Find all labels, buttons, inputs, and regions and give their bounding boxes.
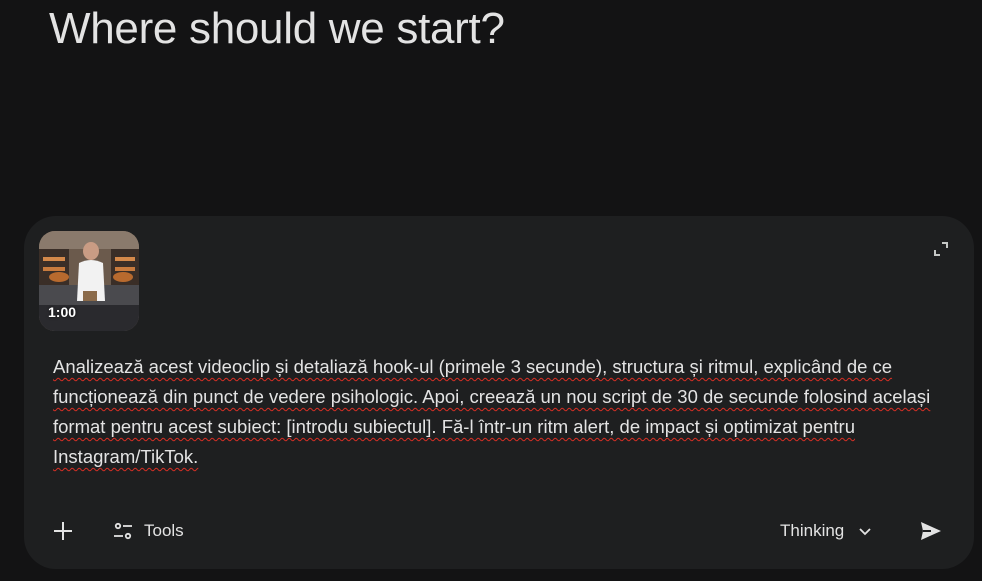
add-attachment-button[interactable] [50,518,76,544]
expand-icon[interactable] [932,240,950,258]
tools-label: Tools [144,521,184,540]
page: Where should we start? 1:00 Analizează a… [0,0,982,581]
tools-button[interactable]: Tools [112,516,184,546]
plus-icon [54,522,72,540]
mode-label: Thinking [780,521,845,540]
send-icon [921,522,941,540]
tools-sliders-icon [114,522,132,540]
video-attachment[interactable]: 1:00 [39,231,139,331]
video-duration: 1:00 [48,304,77,320]
prompt-composer: 1:00 Analizează acest videoclip și detal… [24,216,974,569]
chevron-down-icon [859,528,871,536]
send-button[interactable] [918,518,944,544]
prompt-input[interactable]: Analizează acest videoclip și detaliază … [53,352,933,472]
page-title: Where should we start? [49,4,505,53]
mode-selector[interactable]: Thinking [780,516,872,546]
composer-toolbar: Tools Thinking [24,510,974,550]
